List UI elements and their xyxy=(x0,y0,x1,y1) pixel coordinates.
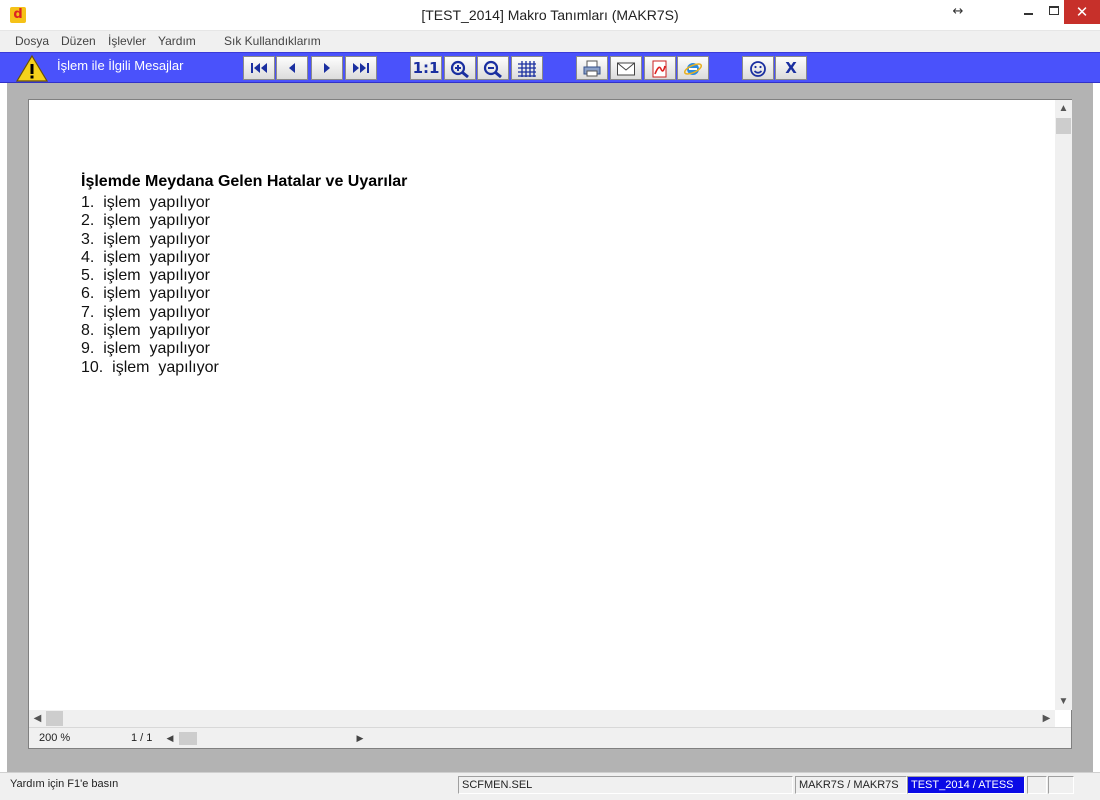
menu-sik-kullandiklarim[interactable]: Sık Kullandıklarım xyxy=(224,34,321,48)
scroll-up-icon[interactable]: ▲ xyxy=(1055,100,1072,117)
page-scroll-left-icon[interactable]: ◀ xyxy=(163,731,177,746)
report-line: 4. işlem yapılıyor xyxy=(81,248,210,266)
menu-duzen[interactable]: Düzen xyxy=(61,34,96,48)
close-button[interactable]: ✕ xyxy=(1064,0,1100,24)
report-line: 9. işlem yapılıyor xyxy=(81,340,210,358)
scroll-down-icon[interactable]: ▼ xyxy=(1055,693,1072,710)
first-page-icon xyxy=(251,63,267,73)
horizontal-scroll-thumb[interactable] xyxy=(46,711,63,726)
print-button[interactable] xyxy=(576,56,608,80)
report-toolbar: İşlem ile İlgili Mesajlar 1:1 X xyxy=(0,52,1100,83)
grid-button[interactable] xyxy=(511,56,543,80)
previous-page-icon xyxy=(289,63,295,73)
menu-bar: Dosya Düzen İşlevler Yardım Sık Kullandı… xyxy=(0,31,1100,52)
status-macro: MAKR7S / MAKR7S xyxy=(795,776,907,794)
menu-dosya[interactable]: Dosya xyxy=(15,34,49,48)
toolbar-title: İşlem ile İlgili Mesajlar xyxy=(57,58,184,73)
report-viewer: İşlemde Meydana Gelen Hatalar ve Uyarıla… xyxy=(28,99,1072,749)
next-page-icon xyxy=(324,63,330,73)
zoom-out-button[interactable] xyxy=(477,56,509,80)
first-page-button[interactable] xyxy=(243,56,275,80)
email-button[interactable] xyxy=(610,56,642,80)
status-panel xyxy=(1048,776,1074,794)
report-line: 6. işlem yapılıyor xyxy=(81,285,210,303)
previous-page-button[interactable] xyxy=(276,56,308,80)
page-indicator: 1 / 1 xyxy=(131,732,153,744)
actual-size-button[interactable]: 1:1 xyxy=(410,56,442,80)
zoom-in-icon xyxy=(450,60,469,78)
report-heading: İşlemde Meydana Gelen Hatalar ve Uyarıla… xyxy=(81,173,408,190)
internet-explorer-icon xyxy=(683,63,703,75)
minimize-icon xyxy=(1023,12,1033,15)
pdf-icon xyxy=(652,60,667,78)
maximize-icon xyxy=(1049,5,1059,15)
menu-islevler[interactable]: İşlevler xyxy=(108,34,146,48)
browser-button[interactable] xyxy=(677,56,709,80)
zoom-out-icon xyxy=(483,60,502,78)
report-line: 5. işlem yapılıyor xyxy=(81,267,210,285)
grid-icon xyxy=(518,61,536,77)
last-page-button[interactable] xyxy=(345,56,377,80)
vertical-scrollbar[interactable]: ▲ ▼ xyxy=(1055,100,1072,710)
viewer-status-bar: 200 % 1 / 1 ◀ ▶ xyxy=(29,727,1071,748)
report-line: 1. işlem yapılıyor xyxy=(81,194,210,211)
status-bar: Yardım için F1'e basın SCFMEN.SEL MAKR7S… xyxy=(0,772,1100,800)
report-page: İşlemde Meydana Gelen Hatalar ve Uyarıla… xyxy=(29,100,1055,710)
report-line: 8. işlem yapılıyor xyxy=(81,322,210,340)
zoom-in-button[interactable] xyxy=(444,56,476,80)
printer-icon xyxy=(583,60,601,77)
horizontal-scrollbar[interactable]: ◀ ▶ xyxy=(29,710,1055,727)
status-company: TEST_2014 / ATESS xyxy=(907,776,1025,794)
scroll-right-icon[interactable]: ▶ xyxy=(1038,710,1055,727)
status-file: SCFMEN.SEL xyxy=(458,776,793,794)
pdf-button[interactable] xyxy=(644,56,676,80)
report-line: 2. işlem yapılıyor xyxy=(81,212,210,230)
page-scrollbar[interactable]: ◀ ▶ xyxy=(163,731,369,746)
last-page-icon xyxy=(353,63,369,73)
scroll-left-icon[interactable]: ◀ xyxy=(29,710,46,727)
title-bar: d [TEST_2014] Makro Tanımları (MAKR7S) ↔… xyxy=(0,0,1100,31)
window-title: [TEST_2014] Makro Tanımları (MAKR7S) xyxy=(421,7,679,23)
close-report-button[interactable]: X xyxy=(775,56,807,80)
vertical-scroll-thumb[interactable] xyxy=(1056,118,1071,134)
page-scroll-right-icon[interactable]: ▶ xyxy=(353,731,367,746)
status-panel xyxy=(1027,776,1047,794)
report-line: 10. işlem yapılıyor xyxy=(81,358,219,376)
report-line: 3. işlem yapılıyor xyxy=(81,230,210,248)
report-lines: 1. işlem yapılıyor 2. işlem yapılıyor 3.… xyxy=(81,194,219,377)
page-scroll-thumb[interactable] xyxy=(179,732,197,745)
report-line: 7. işlem yapılıyor xyxy=(81,303,210,321)
status-help-text: Yardım için F1'e basın xyxy=(10,778,119,790)
menu-yardim[interactable]: Yardım xyxy=(158,34,196,48)
main-area: İşlemde Meydana Gelen Hatalar ve Uyarıla… xyxy=(7,83,1093,772)
next-page-button[interactable] xyxy=(311,56,343,80)
smiley-icon xyxy=(750,61,766,77)
resize-icon[interactable]: ↔ xyxy=(942,0,974,24)
smiley-button[interactable] xyxy=(742,56,774,80)
zoom-level: 200 % xyxy=(39,732,71,744)
warning-icon xyxy=(16,55,48,82)
envelope-icon xyxy=(617,62,635,76)
